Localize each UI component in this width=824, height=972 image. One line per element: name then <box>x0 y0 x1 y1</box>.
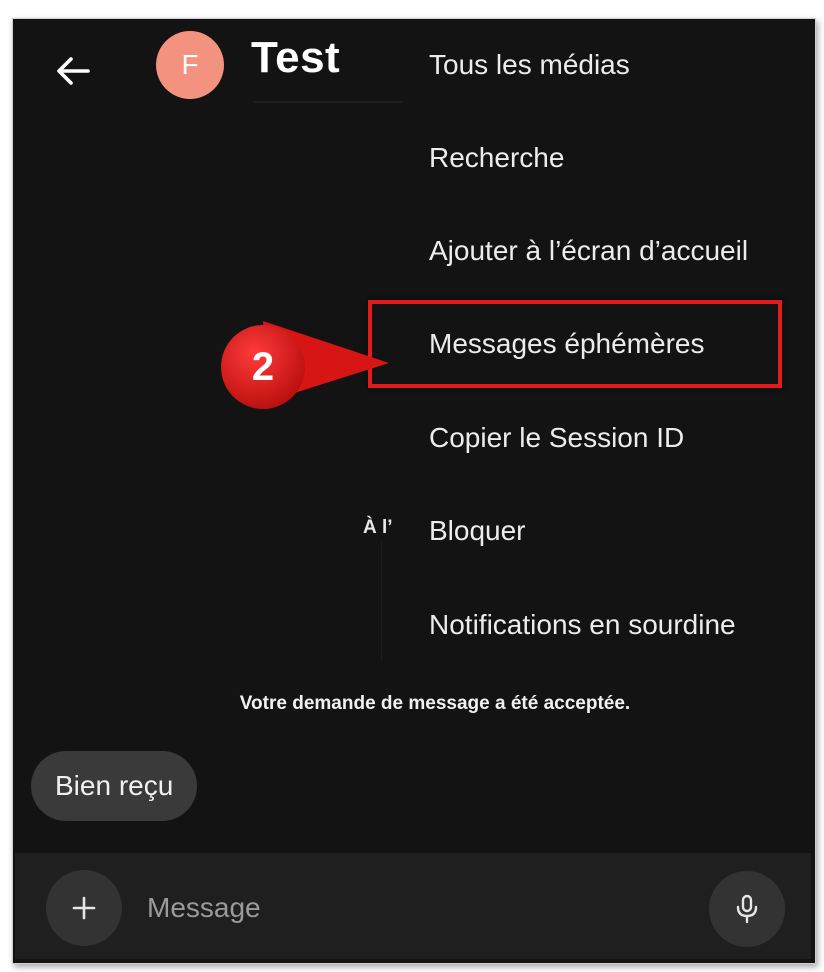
conversation-screen: F Test À l’ Tous les médias Recherche Aj… <box>15 21 811 959</box>
background-divider <box>381 541 382 661</box>
plus-icon <box>72 896 96 920</box>
title-divider <box>253 101 403 103</box>
screenshot-frame: F Test À l’ Tous les médias Recherche Aj… <box>12 18 816 964</box>
message-bubble[interactable]: Bien reçu <box>31 751 198 821</box>
menu-item-all-media[interactable]: Tous les médias <box>429 45 630 85</box>
add-attachment-button[interactable] <box>46 870 122 946</box>
conversation-title[interactable]: Test <box>251 33 340 83</box>
menu-item-search[interactable]: Recherche <box>429 138 564 178</box>
menu-item-block[interactable]: Bloquer <box>429 511 526 551</box>
voice-message-button[interactable] <box>709 871 785 947</box>
message-composer <box>15 853 811 959</box>
menu-item-add-to-home-screen[interactable]: Ajouter à l’écran d’accueil <box>429 231 748 271</box>
annotation-highlight-box <box>368 300 782 388</box>
menu-item-copy-session-id[interactable]: Copier le Session ID <box>429 418 684 458</box>
annotation-step-number: 2 <box>251 344 275 389</box>
background-text-fragment: À l’ <box>363 517 393 538</box>
back-button[interactable] <box>47 45 99 97</box>
microphone-icon <box>736 894 758 924</box>
system-message: Votre demande de message a été acceptée. <box>239 693 631 714</box>
message-input[interactable] <box>145 875 689 941</box>
arrow-left-icon <box>57 57 90 85</box>
menu-item-mute-notifications[interactable]: Notifications en sourdine <box>429 605 736 645</box>
avatar[interactable]: F <box>156 31 224 99</box>
